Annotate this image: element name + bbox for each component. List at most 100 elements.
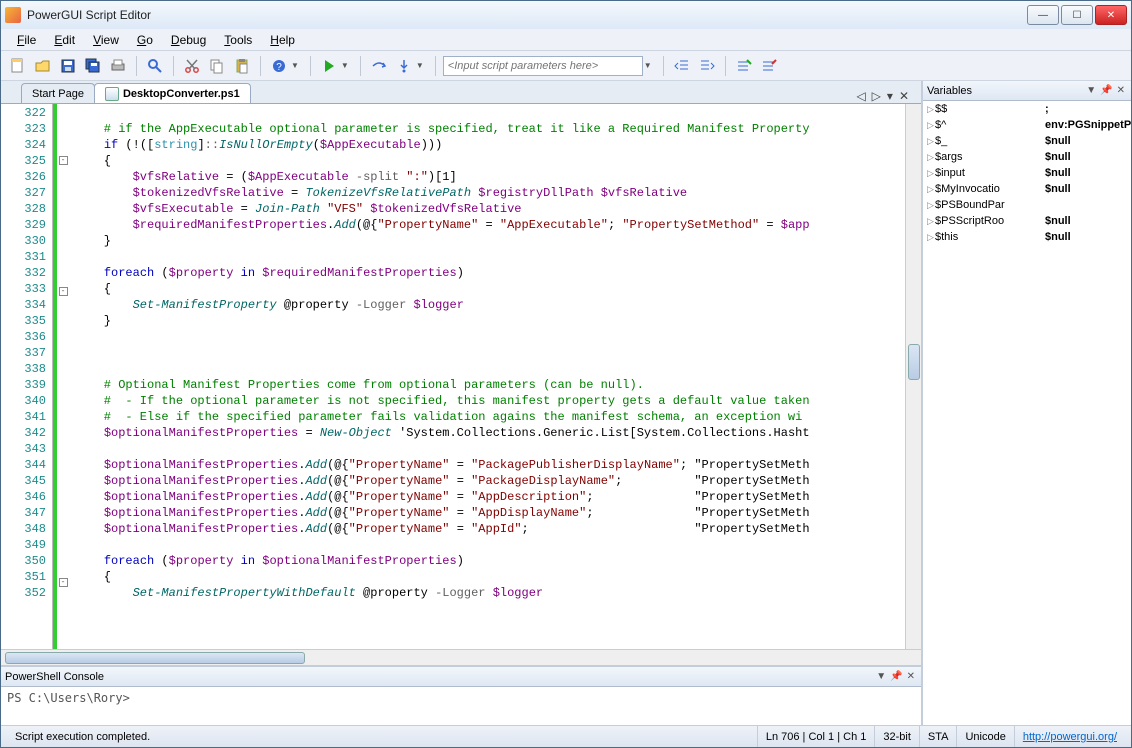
paste-icon[interactable] [231, 55, 253, 77]
params-dropdown-icon[interactable]: ▼ [644, 61, 652, 70]
menu-view[interactable]: View [85, 31, 127, 49]
variable-row[interactable]: ▷$^env:PGSnippetPath [923, 117, 1131, 133]
uncomment-icon[interactable] [758, 55, 780, 77]
menu-go[interactable]: Go [129, 31, 161, 49]
variable-name: $MyInvocatio [935, 183, 1045, 195]
variable-value: $null [1045, 135, 1131, 147]
expand-icon[interactable]: ▷ [927, 168, 935, 179]
expand-icon[interactable]: ▷ [927, 136, 935, 147]
panel-pin-icon[interactable]: 📌 [1098, 85, 1114, 96]
save-all-icon[interactable] [82, 55, 104, 77]
statusbar: Script execution completed. Ln 706 | Col… [1, 725, 1131, 747]
maximize-button[interactable]: ☐ [1061, 5, 1093, 25]
variable-row[interactable]: ▷$PSScriptRoo$null [923, 213, 1131, 229]
panel-pin-icon[interactable]: 📌 [888, 671, 904, 682]
status-bitness: 32-bit [874, 726, 919, 747]
variable-value: env:PGSnippetPath [1045, 119, 1131, 131]
cut-icon[interactable] [181, 55, 203, 77]
panel-dropdown-icon[interactable]: ▼ [874, 671, 888, 682]
status-position: Ln 706 | Col 1 | Ch 1 [757, 726, 875, 747]
expand-icon[interactable]: ▷ [927, 200, 935, 211]
outdent-icon[interactable] [671, 55, 693, 77]
variable-name: $PSBoundPar [935, 199, 1045, 211]
expand-icon[interactable]: ▷ [927, 232, 935, 243]
variable-name: $^ [935, 119, 1045, 131]
expand-icon[interactable]: ▷ [927, 184, 935, 195]
svg-text:?: ? [276, 62, 282, 73]
variable-row[interactable]: ▷$MyInvocatio$null [923, 181, 1131, 197]
menu-tools[interactable]: Tools [216, 31, 260, 49]
help-icon[interactable]: ? [268, 55, 290, 77]
expand-icon[interactable]: ▷ [927, 216, 935, 227]
variable-row[interactable]: ▷$input$null [923, 165, 1131, 181]
app-window: PowerGUI Script Editor — ☐ ✕ File Edit V… [0, 0, 1132, 748]
scrollbar-thumb[interactable] [5, 652, 305, 664]
help-dropdown-icon[interactable]: ▼ [291, 61, 299, 70]
expand-icon[interactable]: ▷ [927, 104, 935, 115]
menu-help[interactable]: Help [262, 31, 303, 49]
console-title: PowerShell Console [5, 671, 104, 683]
script-parameters-input[interactable] [443, 56, 643, 76]
variable-row[interactable]: ▷$_$null [923, 133, 1131, 149]
variable-row[interactable]: ▷$args$null [923, 149, 1131, 165]
vertical-scrollbar[interactable] [905, 104, 921, 649]
run-dropdown-icon[interactable]: ▼ [341, 61, 349, 70]
ps1-file-icon [105, 87, 119, 101]
console-prompt: PS C:\Users\Rory> [7, 691, 130, 705]
tab-active-file[interactable]: DesktopConverter.ps1 [94, 83, 251, 103]
save-icon[interactable] [57, 55, 79, 77]
variable-row[interactable]: ▷$this$null [923, 229, 1131, 245]
expand-icon[interactable]: ▷ [927, 120, 935, 131]
variables-title: Variables [927, 85, 972, 97]
tab-label: Start Page [32, 88, 84, 100]
debug-dropdown-icon[interactable]: ▼ [416, 61, 424, 70]
menu-edit[interactable]: Edit [46, 31, 83, 49]
expand-icon[interactable]: ▷ [927, 152, 935, 163]
copy-icon[interactable] [206, 55, 228, 77]
tab-prev-icon[interactable]: ◁ [856, 89, 865, 103]
variable-name: $PSScriptRoo [935, 215, 1045, 227]
menu-file[interactable]: File [9, 31, 44, 49]
horizontal-scrollbar[interactable] [1, 649, 921, 665]
console-output[interactable]: PS C:\Users\Rory> [1, 687, 921, 725]
variable-name: $input [935, 167, 1045, 179]
variable-row[interactable]: ▷$PSBoundPar [923, 197, 1131, 213]
console-panel-header[interactable]: PowerShell Console ▼ 📌 ✕ [1, 667, 921, 687]
step-over-icon[interactable] [368, 55, 390, 77]
menu-debug[interactable]: Debug [163, 31, 214, 49]
variables-list[interactable]: ▷$$;▷$^env:PGSnippetPath▷$_$null▷$args$n… [923, 101, 1131, 725]
comment-icon[interactable] [733, 55, 755, 77]
open-file-icon[interactable] [32, 55, 54, 77]
tab-next-icon[interactable]: ▷ [872, 89, 881, 103]
new-file-icon[interactable] [7, 55, 29, 77]
code-editor[interactable]: 3223233243253263273283293303313323333343… [1, 103, 921, 649]
code-text-area[interactable]: # if the AppExecutable optional paramete… [69, 104, 905, 649]
status-link[interactable]: http://powergui.org/ [1023, 731, 1117, 743]
search-icon[interactable] [144, 55, 166, 77]
line-number-gutter: 3223233243253263273283293303313323333343… [1, 104, 53, 649]
variable-value: $null [1045, 167, 1131, 179]
minimize-button[interactable]: — [1027, 5, 1059, 25]
run-icon[interactable] [318, 55, 340, 77]
variable-name: $$ [935, 103, 1045, 115]
fold-column[interactable]: --- [57, 104, 69, 649]
variables-panel-header[interactable]: Variables ▼ 📌 ✕ [923, 81, 1131, 101]
app-icon [5, 7, 21, 23]
tab-menu-icon[interactable]: ▾ [887, 89, 893, 103]
menubar: File Edit View Go Debug Tools Help [1, 29, 1131, 51]
close-button[interactable]: ✕ [1095, 5, 1127, 25]
variable-row[interactable]: ▷$$; [923, 101, 1131, 117]
tab-close-icon[interactable]: ✕ [899, 89, 909, 103]
variables-panel: Variables ▼ 📌 ✕ ▷$$;▷$^env:PGSnippetPath… [921, 81, 1131, 725]
indent-icon[interactable] [696, 55, 718, 77]
step-into-icon[interactable] [393, 55, 415, 77]
print-icon[interactable] [107, 55, 129, 77]
panel-close-icon[interactable]: ✕ [1115, 85, 1127, 96]
panel-close-icon[interactable]: ✕ [905, 671, 917, 682]
titlebar[interactable]: PowerGUI Script Editor — ☐ ✕ [1, 1, 1131, 29]
panel-dropdown-icon[interactable]: ▼ [1084, 85, 1098, 96]
scrollbar-thumb[interactable] [908, 344, 920, 380]
variable-value: $null [1045, 151, 1131, 163]
status-message: Script execution completed. [7, 726, 757, 747]
tab-start-page[interactable]: Start Page [21, 83, 95, 103]
